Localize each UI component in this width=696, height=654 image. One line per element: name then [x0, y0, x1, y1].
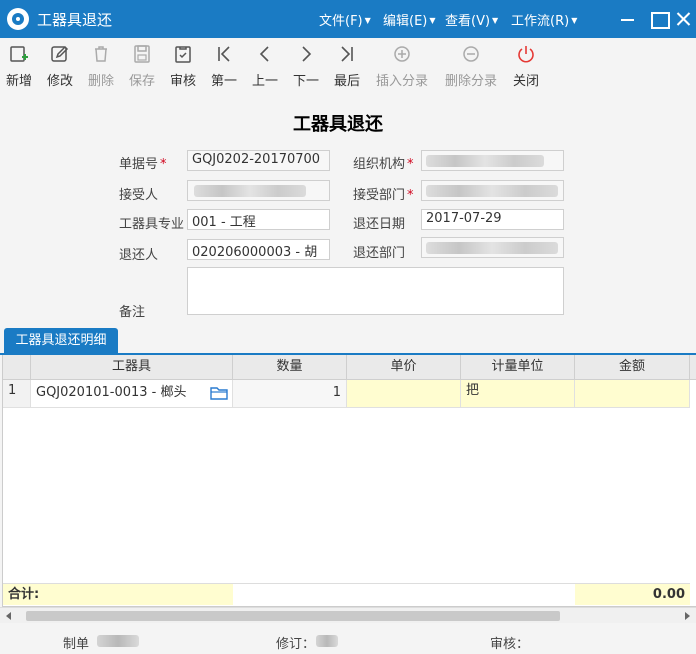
return-dept-field[interactable] — [421, 237, 564, 258]
column-header-price[interactable]: 单价 — [347, 355, 461, 380]
auditor-label: 审核： — [490, 637, 530, 652]
detail-grid: 工器具 数量 单价 计量单位 金额 1 GQJ020101-0013 - 榔头 … — [2, 355, 696, 607]
remark-field[interactable] — [187, 267, 564, 315]
insert-entry-button[interactable]: 插入分录 — [376, 44, 428, 89]
row-number: 1 — [3, 380, 31, 408]
maximize-button[interactable] — [645, 6, 671, 32]
scroll-left-icon[interactable] — [6, 612, 11, 620]
quantity-cell[interactable]: 1 — [233, 380, 347, 408]
receiver-label: 接受人 — [119, 188, 159, 203]
chevron-down-icon: ▼ — [492, 16, 499, 25]
audit-icon — [170, 44, 196, 66]
price-cell[interactable] — [347, 380, 461, 408]
specialty-field[interactable]: 001 - 工程 — [187, 209, 330, 230]
grid-corner — [3, 355, 31, 380]
remark-label: 备注 — [119, 305, 146, 320]
next-button[interactable]: 下一 — [293, 44, 319, 89]
reviser-label: 修订： — [276, 637, 316, 652]
delete-entry-button[interactable]: 删除分录 — [445, 44, 497, 89]
total-spacer — [233, 583, 575, 605]
save-button[interactable]: 保存 — [129, 44, 155, 89]
receive-dept-field[interactable] — [421, 180, 564, 201]
receive-dept-label: 接受部门 * — [353, 188, 414, 203]
prev-button[interactable]: 上一 — [252, 44, 278, 89]
form-title: 工器具退还 — [293, 114, 383, 135]
close-window-button[interactable] — [670, 6, 696, 32]
edit-button[interactable]: 修改 — [47, 44, 73, 89]
total-amount: 0.00 — [575, 583, 690, 605]
horizontal-scrollbar[interactable] — [0, 607, 696, 623]
delete-button[interactable]: 删除 — [88, 44, 114, 89]
title-bar: 工器具退还 文件(F) ▼ 编辑(E) ▼ 查看(V) ▼ 工作流(R) ▼ — [0, 0, 696, 38]
first-button[interactable]: 第一 — [211, 44, 237, 89]
tool-cell[interactable]: GQJ020101-0013 - 榔头 — [31, 380, 233, 408]
power-icon — [513, 44, 539, 66]
return-dept-label: 退还部门 — [353, 246, 406, 261]
total-label: 合计: — [3, 583, 233, 605]
toolbar: 新增 修改 删除 保存 审核 第一 上一 下一 最后 插入分录 删除分录 关闭 — [0, 38, 696, 92]
return-date-field[interactable]: 2017-07-29 — [421, 209, 564, 230]
scroll-thumb[interactable] — [26, 611, 560, 621]
app-logo-icon — [7, 8, 29, 30]
menu-workflow[interactable]: 工作流(R) ▼ — [511, 10, 577, 29]
column-header-unit[interactable]: 计量单位 — [461, 355, 575, 380]
plus-circle-icon — [376, 44, 428, 66]
save-icon — [129, 44, 155, 66]
tab-return-detail[interactable]: 工器具退还明细 — [4, 328, 118, 353]
minimize-button[interactable] — [614, 6, 640, 32]
chevron-right-icon — [293, 44, 319, 66]
reviser-value — [316, 635, 338, 647]
column-header-amount[interactable]: 金额 — [575, 355, 690, 380]
scroll-right-icon[interactable] — [685, 612, 690, 620]
column-header-filler — [690, 355, 696, 380]
menu-view[interactable]: 查看(V) ▼ — [445, 10, 498, 29]
returner-field[interactable]: 020206000003 - 胡 — [187, 239, 330, 260]
chevron-down-icon: ▼ — [364, 16, 371, 25]
trash-icon — [88, 44, 114, 66]
pencil-icon — [47, 44, 73, 66]
doc-no-field[interactable]: GQJ0202-20170700 — [187, 150, 330, 171]
menu-file[interactable]: 文件(F) ▼ — [319, 10, 371, 29]
return-date-label: 退还日期 — [353, 217, 406, 232]
last-record-icon — [334, 44, 360, 66]
unit-cell[interactable]: 把 — [461, 380, 575, 408]
menu-edit[interactable]: 编辑(E) ▼ — [383, 10, 436, 29]
close-button[interactable]: 关闭 — [513, 44, 539, 89]
first-record-icon — [211, 44, 237, 66]
chevron-left-icon — [252, 44, 278, 66]
add-document-icon — [6, 44, 32, 66]
chevron-down-icon: ▼ — [571, 16, 578, 25]
receiver-field[interactable] — [187, 180, 330, 201]
maker-label: 制单 — [63, 637, 90, 652]
returner-label: 退还人 — [119, 248, 159, 263]
chevron-down-icon: ▼ — [429, 16, 436, 25]
org-field[interactable] — [421, 150, 564, 171]
audit-button[interactable]: 审核 — [170, 44, 196, 89]
maker-value — [97, 635, 139, 647]
window-title: 工器具退还 — [37, 11, 113, 29]
new-button[interactable]: 新增 — [6, 44, 32, 89]
minus-circle-icon — [445, 44, 497, 66]
amount-cell[interactable] — [575, 380, 690, 408]
column-header-quantity[interactable]: 数量 — [233, 355, 347, 380]
column-header-tool[interactable]: 工器具 — [31, 355, 233, 380]
org-label: 组织机构 * — [353, 157, 414, 172]
specialty-label: 工器具专业 — [119, 217, 185, 232]
doc-no-label: 单据号 * — [119, 157, 167, 172]
last-button[interactable]: 最后 — [334, 44, 360, 89]
folder-icon[interactable] — [210, 385, 228, 407]
